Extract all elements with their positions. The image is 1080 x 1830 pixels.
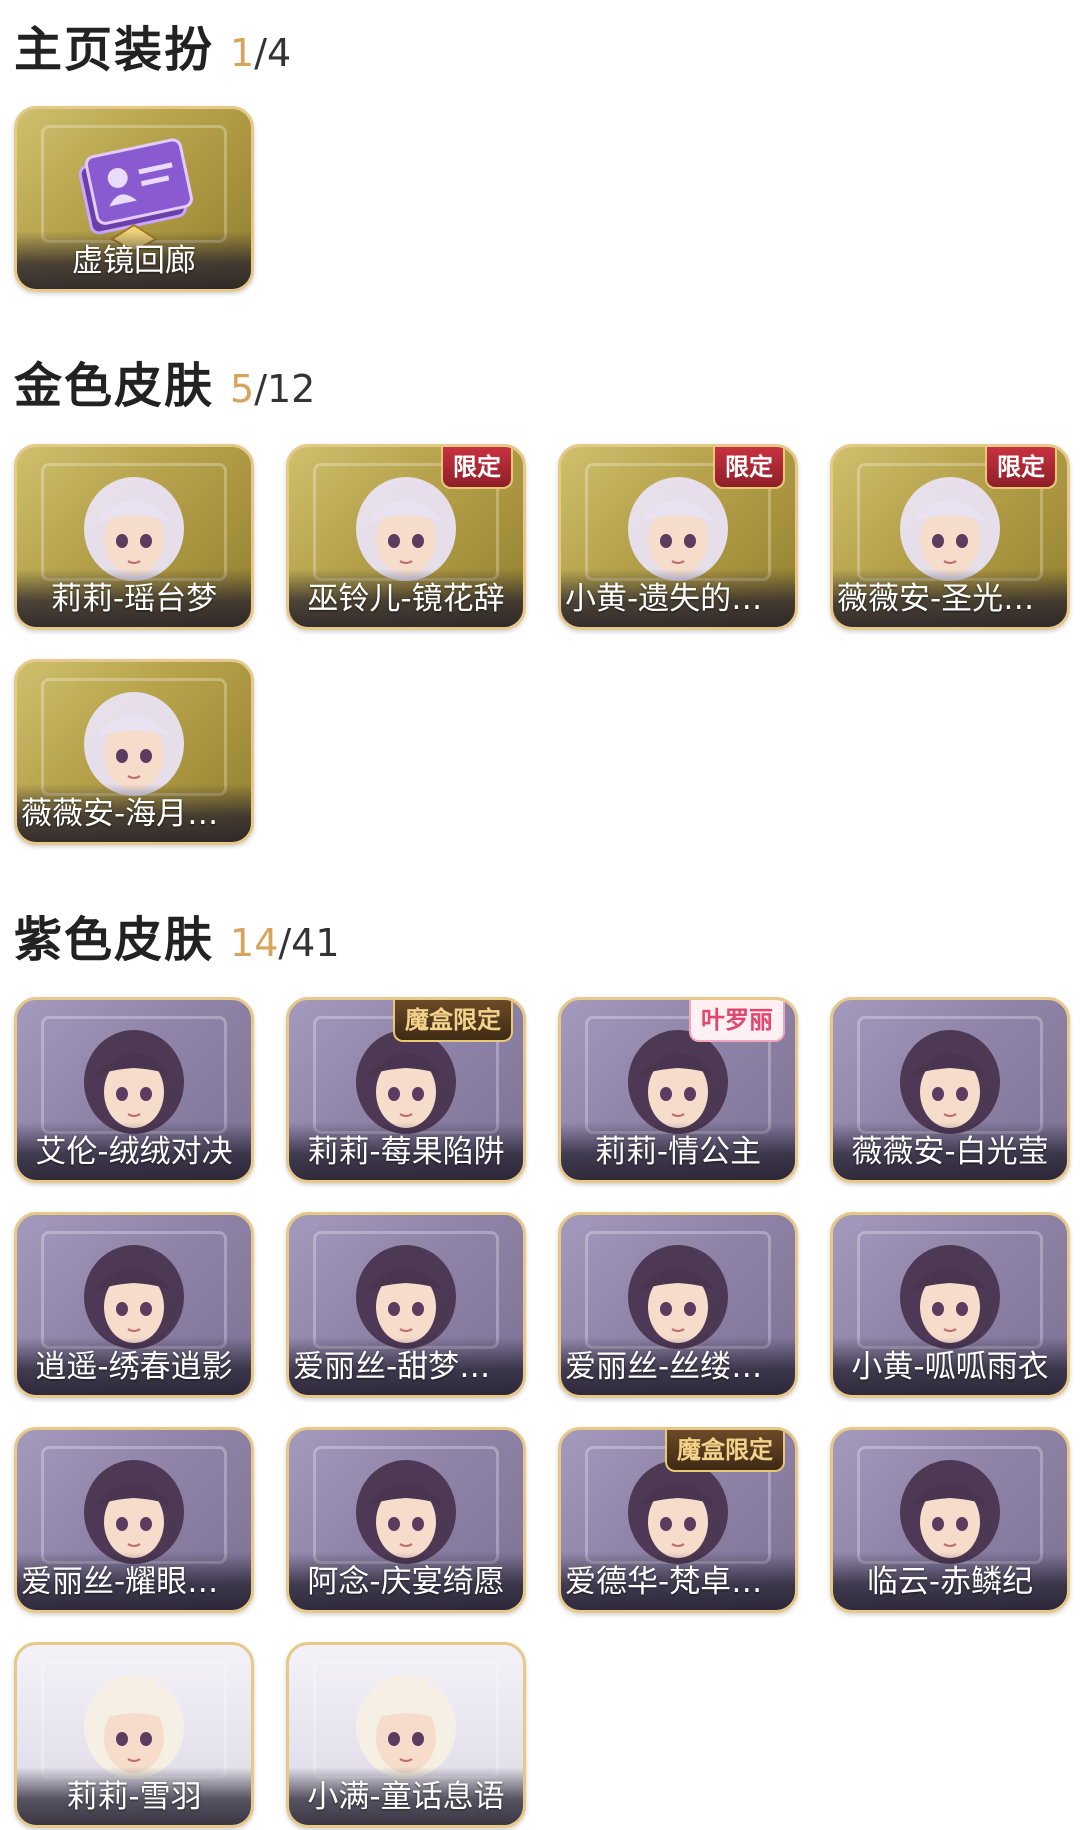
- section-name: 主页装扮: [14, 22, 215, 78]
- skin-name-label: 薇薇安-白光莹: [851, 1134, 1049, 1170]
- skin-name-label: 莉莉-情公主: [594, 1134, 762, 1170]
- limited-badge: 魔盒限定: [665, 1430, 785, 1472]
- skin-collection-page: 主页装扮 1/4 虚镜回廊 金色皮肤 5/12 莉莉-瑶台梦 限定 巫铃儿-镜花辞限…: [0, 0, 1080, 1830]
- skin-name-label: 艾伦-绒绒对决: [35, 1134, 233, 1170]
- limited-badge: 限定: [441, 447, 513, 489]
- limited-badge: 限定: [985, 447, 1057, 489]
- total-count: /41: [278, 921, 340, 965]
- skin-card[interactable]: 叶罗丽莉莉-情公主: [558, 997, 798, 1183]
- skin-card[interactable]: 小黄-呱呱雨衣: [830, 1212, 1070, 1398]
- section-count: 5/12: [230, 367, 315, 411]
- skin-card[interactable]: 爱丽丝-耀眼的...: [14, 1427, 254, 1613]
- skin-name-label: 巫铃儿-镜花辞: [307, 581, 505, 617]
- skin-card[interactable]: 虚镜回廊: [14, 106, 254, 292]
- skin-name-label: 爱德华-梵卓之...: [565, 1564, 791, 1600]
- skin-name-label: 薇薇安-圣光之...: [837, 581, 1063, 617]
- skin-name-label: 爱丽丝-丝缕哀...: [565, 1349, 791, 1385]
- skin-card[interactable]: 魔盒限定爱德华-梵卓之...: [558, 1427, 798, 1613]
- section-name: 紫色皮肤: [14, 912, 215, 968]
- skin-card[interactable]: 魔盒限定莉莉-莓果陷阱: [286, 997, 526, 1183]
- skin-name-label: 虚镜回廊: [72, 243, 196, 279]
- skin-card[interactable]: 薇薇安-海月息...: [14, 659, 254, 845]
- skin-name-label: 小黄-遗失的童...: [565, 581, 791, 617]
- total-count: /4: [254, 31, 292, 75]
- skin-card[interactable]: 限定薇薇安-圣光之...: [830, 444, 1070, 630]
- skin-card[interactable]: 爱丽丝-甜梦派...: [286, 1212, 526, 1398]
- skin-name-label: 爱丽丝-甜梦派...: [293, 1349, 519, 1385]
- owned-count: 5: [230, 367, 255, 411]
- owned-count: 1: [230, 31, 255, 75]
- limited-badge: 限定: [713, 447, 785, 489]
- skin-name-label: 小满-童话息语: [307, 1779, 505, 1815]
- skin-card[interactable]: 薇薇安-白光莹: [830, 997, 1070, 1183]
- section-title-homepage-decor: 主页装扮 1/4: [14, 10, 291, 80]
- skin-card[interactable]: 莉莉-瑶台梦: [14, 444, 254, 630]
- section-title-purple-skins: 紫色皮肤 14/41: [14, 900, 340, 970]
- section-title-gold-skins: 金色皮肤 5/12: [14, 346, 315, 416]
- skin-name-label: 薇薇安-海月息...: [21, 796, 247, 832]
- skin-name-label: 莉莉-雪羽: [66, 1779, 202, 1815]
- section-count: 14/41: [230, 921, 340, 965]
- skin-name-label: 逍遥-绣春逍影: [35, 1349, 233, 1385]
- skin-card[interactable]: 限定巫铃儿-镜花辞: [286, 444, 526, 630]
- skin-name-label: 小黄-呱呱雨衣: [851, 1349, 1049, 1385]
- skin-card[interactable]: 小满-童话息语: [286, 1642, 526, 1828]
- skin-card[interactable]: 爱丽丝-丝缕哀...: [558, 1212, 798, 1398]
- limited-badge: 魔盒限定: [393, 1000, 513, 1042]
- skin-name-label: 临云-赤鳞纪: [866, 1564, 1034, 1600]
- skin-card[interactable]: 艾伦-绒绒对决: [14, 997, 254, 1183]
- skin-card[interactable]: 莉莉-雪羽: [14, 1642, 254, 1828]
- skin-card[interactable]: 限定小黄-遗失的童...: [558, 444, 798, 630]
- skin-card[interactable]: 逍遥-绣春逍影: [14, 1212, 254, 1398]
- limited-badge: 叶罗丽: [689, 1000, 785, 1042]
- skin-name-label: 莉莉-瑶台梦: [50, 581, 218, 617]
- skin-name-label: 莉莉-莓果陷阱: [307, 1134, 505, 1170]
- section-count: 1/4: [230, 31, 291, 75]
- section-name: 金色皮肤: [14, 358, 215, 414]
- skin-name-label: 阿念-庆宴绮愿: [307, 1564, 505, 1600]
- total-count: /12: [254, 367, 316, 411]
- skin-name-label: 爱丽丝-耀眼的...: [21, 1564, 247, 1600]
- skin-card[interactable]: 临云-赤鳞纪: [830, 1427, 1070, 1613]
- skin-card[interactable]: 阿念-庆宴绮愿: [286, 1427, 526, 1613]
- owned-count: 14: [230, 921, 279, 965]
